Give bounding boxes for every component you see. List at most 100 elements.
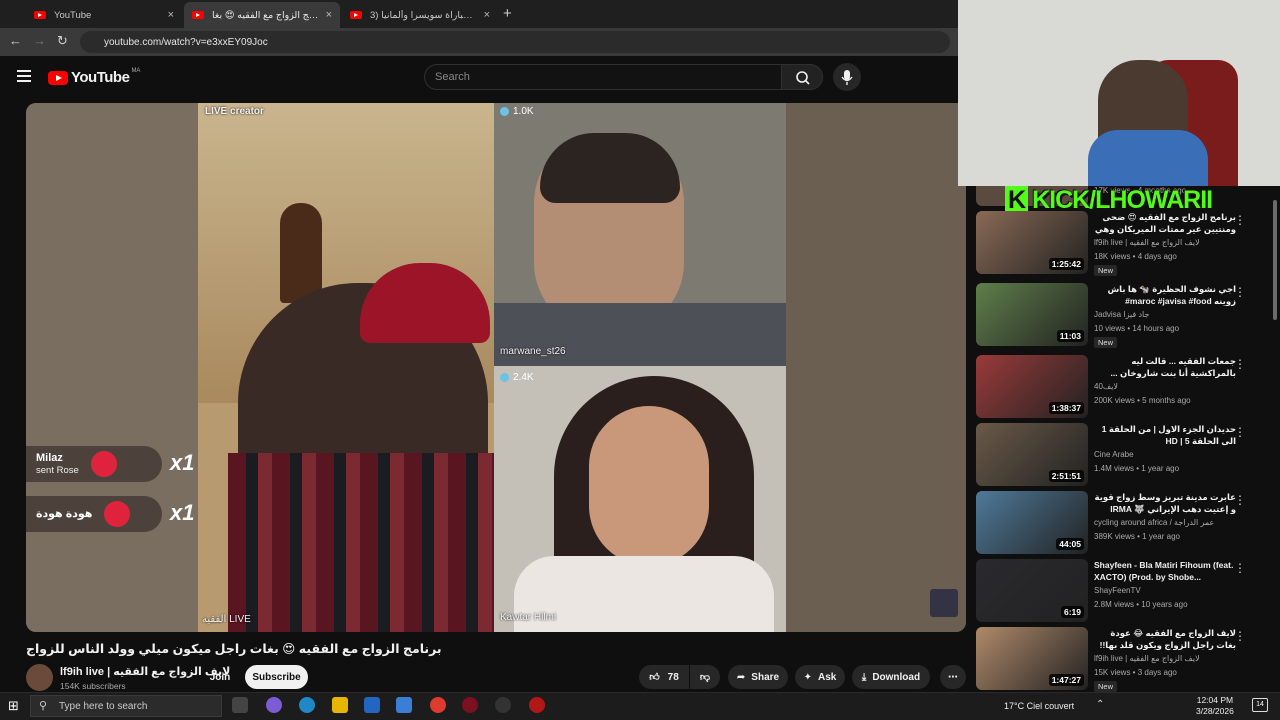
search-button[interactable] [781, 64, 823, 90]
windows-start-icon[interactable]: ⊞ [8, 698, 19, 714]
recommended-video[interactable]: 1:47:27 لايف الزواج مع الفقيه 😂 عودة بغات… [976, 627, 1266, 692]
tray-chevron-icon[interactable]: ⌃ [1096, 699, 1104, 710]
recommended-video[interactable]: 2:51:51 حديدان الجزء الاول | من الحلقة 1 … [976, 423, 1266, 487]
video-left-area [26, 103, 198, 632]
rose-gift-icon [90, 451, 117, 477]
channel-avatar[interactable] [26, 664, 53, 691]
recommended-video[interactable]: 11:03 اجي نشوف الحظيرة 🐄 ها باش زوينه mar… [976, 283, 1266, 348]
recommended-video[interactable]: 1:25:42 برنامج الزواج مع الفقيه 😍 ضحى ومن… [976, 211, 1266, 276]
taskbar-clock[interactable]: 12:04 PM 3/28/2026 [1196, 695, 1234, 717]
video-thumbnail[interactable]: 1:25:42 [976, 211, 1088, 274]
more-options-icon[interactable]: ⋮ [1234, 561, 1246, 575]
join-button[interactable]: Join [200, 665, 240, 689]
recommended-video[interactable]: 44:05 عابرت مدينة تبريز وسط زواج قوية و إ… [976, 491, 1266, 555]
notifications-icon[interactable]: 14 [1252, 698, 1268, 712]
more-options-icon[interactable]: ⋮ [1234, 425, 1246, 439]
subscribe-button[interactable]: Subscribe [245, 665, 308, 689]
video-channel[interactable]: Jadvisa جاد فيزا [1094, 310, 1149, 319]
thumbs-down-icon: 👎︎ [699, 672, 711, 683]
clock-date: 3/28/2026 [1196, 706, 1234, 716]
video-duration: 44:05 [1056, 538, 1084, 550]
ask-button[interactable]: ✦ Ask [795, 665, 845, 689]
video-thumbnail[interactable]: 6:19 [976, 559, 1088, 622]
outlook-icon[interactable] [396, 697, 412, 713]
new-badge: New [1094, 681, 1118, 692]
voice-search-button[interactable] [833, 63, 861, 91]
menu-icon[interactable] [17, 70, 31, 85]
weather-widget[interactable]: 17°C Ciel couvert [1004, 701, 1074, 711]
store-icon[interactable] [364, 697, 380, 713]
video-channel[interactable]: Cine Arabe [1094, 450, 1134, 459]
tab-close-icon[interactable]: × [326, 9, 332, 21]
browser-toolbar: ← → ↻ youtube.com/watch?v=e3xxEY09Joc [0, 28, 958, 56]
more-options-icon[interactable]: ⋮ [1234, 493, 1246, 507]
like-button[interactable]: 👍︎ 78 [639, 665, 689, 689]
video-title[interactable]: حديدان الجزء الاول | من الحلقة 1 الى الح… [1094, 423, 1236, 447]
video-thumbnail[interactable]: 11:03 [976, 283, 1088, 346]
video-thumbnail[interactable]: 2:51:51 [976, 423, 1088, 486]
video-title[interactable]: لايف الزواج مع الفقيه 😂 عودة بغات راجل ا… [1094, 627, 1236, 651]
video-meta: 15K views • 3 days ago [1094, 668, 1177, 677]
more-icon: ⋯ [948, 671, 958, 683]
search-input[interactable]: Search [424, 64, 782, 90]
more-options-icon[interactable]: ⋮ [1234, 213, 1246, 227]
video-meta: 389K views • 1 year ago [1094, 532, 1180, 541]
share-icon: ➦ [736, 671, 746, 683]
app-icon[interactable] [462, 697, 478, 713]
tab-match-summary[interactable]: ملخص مباراة سويسرا وألمانيا (3- × [342, 2, 498, 28]
video-title[interactable]: اجي نشوف الحظيرة 🐄 ها باش زوينه maroc #j… [1094, 283, 1236, 307]
file-explorer-icon[interactable] [332, 697, 348, 713]
gift-multiplier: x1 [170, 450, 195, 475]
video-channel[interactable]: lf9ih live | لايف الزواج مع الفقيه [1094, 654, 1200, 663]
channel-watermark[interactable] [930, 589, 958, 617]
recommended-video[interactable]: 1:38:37 جمعات الفقيه ... قالت ليه بالمراك… [976, 355, 1266, 419]
tab-youtube[interactable]: YouTube × [26, 2, 182, 28]
thumbs-up-icon: 👍︎ [649, 672, 660, 683]
video-thumbnail[interactable]: 1:47:27 [976, 627, 1088, 690]
video-channel[interactable]: ShayFeenTV [1094, 586, 1141, 595]
share-button[interactable]: ➦ Share [728, 665, 788, 689]
clock-time: 12:04 PM [1196, 695, 1234, 705]
new-tab-button[interactable]: + [503, 5, 512, 22]
more-options-icon[interactable]: ⋮ [1234, 285, 1246, 299]
tab-strip: YouTube × برنامج الزواج مع الفقيه 😍 بغا … [0, 0, 958, 28]
more-options-icon[interactable]: ⋮ [1234, 629, 1246, 643]
more-actions-button[interactable]: ⋯ [940, 665, 966, 689]
obs-icon[interactable] [529, 697, 545, 713]
video-panel-guest-top [494, 103, 786, 366]
microphone-icon [841, 70, 853, 85]
back-arrow-icon[interactable]: ← [9, 33, 22, 48]
task-view-icon[interactable] [232, 697, 248, 713]
tab-close-icon[interactable]: × [484, 9, 490, 21]
4k-app-icon[interactable] [495, 697, 511, 713]
taskbar-search-input[interactable]: ⚲ Type here to search [30, 695, 222, 717]
video-title[interactable]: جمعات الفقيه ... قالت ليه بالمراكشية أنا… [1094, 355, 1236, 379]
video-player[interactable]: LIVE creator 1.0K 2.4K marwane_st26 Kawt… [26, 103, 966, 632]
video-thumbnail[interactable]: 1:38:37 [976, 355, 1088, 418]
video-channel[interactable]: لايف40 [1094, 382, 1118, 391]
tab-close-icon[interactable]: × [168, 9, 174, 21]
video-title[interactable]: برنامج الزواج مع الفقيه 😍 ضحى ومنتيين عي… [1094, 211, 1236, 235]
scrollbar-thumb[interactable] [1273, 200, 1277, 320]
video-title[interactable]: عابرت مدينة تبريز وسط زواج قوية و إعتيت … [1094, 491, 1236, 515]
copilot-icon[interactable] [266, 697, 282, 713]
youtube-logo[interactable]: YouTube MA [48, 67, 141, 86]
recommended-video[interactable]: 6:19 Shayfeen - Bla Matiri Fihoum (feat. … [976, 559, 1266, 623]
youtube-favicon-icon [350, 11, 362, 19]
video-thumbnail[interactable]: 44:05 [976, 491, 1088, 554]
country-code: MA [131, 67, 141, 74]
reload-icon[interactable]: ↻ [57, 33, 68, 49]
download-button[interactable]: ⤓ Download [852, 665, 930, 689]
chrome-icon[interactable] [430, 697, 446, 713]
forward-arrow-icon[interactable]: → [33, 33, 46, 48]
video-channel[interactable]: cycling around africa / عمر الدراجة [1094, 518, 1214, 527]
video-channel[interactable]: lf9ih live | لايف الزواج مع الفقيه [1094, 238, 1200, 247]
viewer-count-badge: 1.0K [500, 106, 534, 117]
video-title[interactable]: Shayfeen - Bla Matiri Fihoum (feat. XACT… [1094, 559, 1236, 583]
dislike-button[interactable]: 👎︎ [690, 665, 720, 689]
more-options-icon[interactable]: ⋮ [1234, 357, 1246, 371]
address-bar[interactable]: youtube.com/watch?v=e3xxEY09Joc [80, 31, 950, 53]
edge-icon[interactable] [299, 697, 315, 713]
diamond-icon [500, 107, 509, 116]
tab-current-video[interactable]: برنامج الزواج مع الفقيه 😍 بغا × [184, 2, 340, 28]
